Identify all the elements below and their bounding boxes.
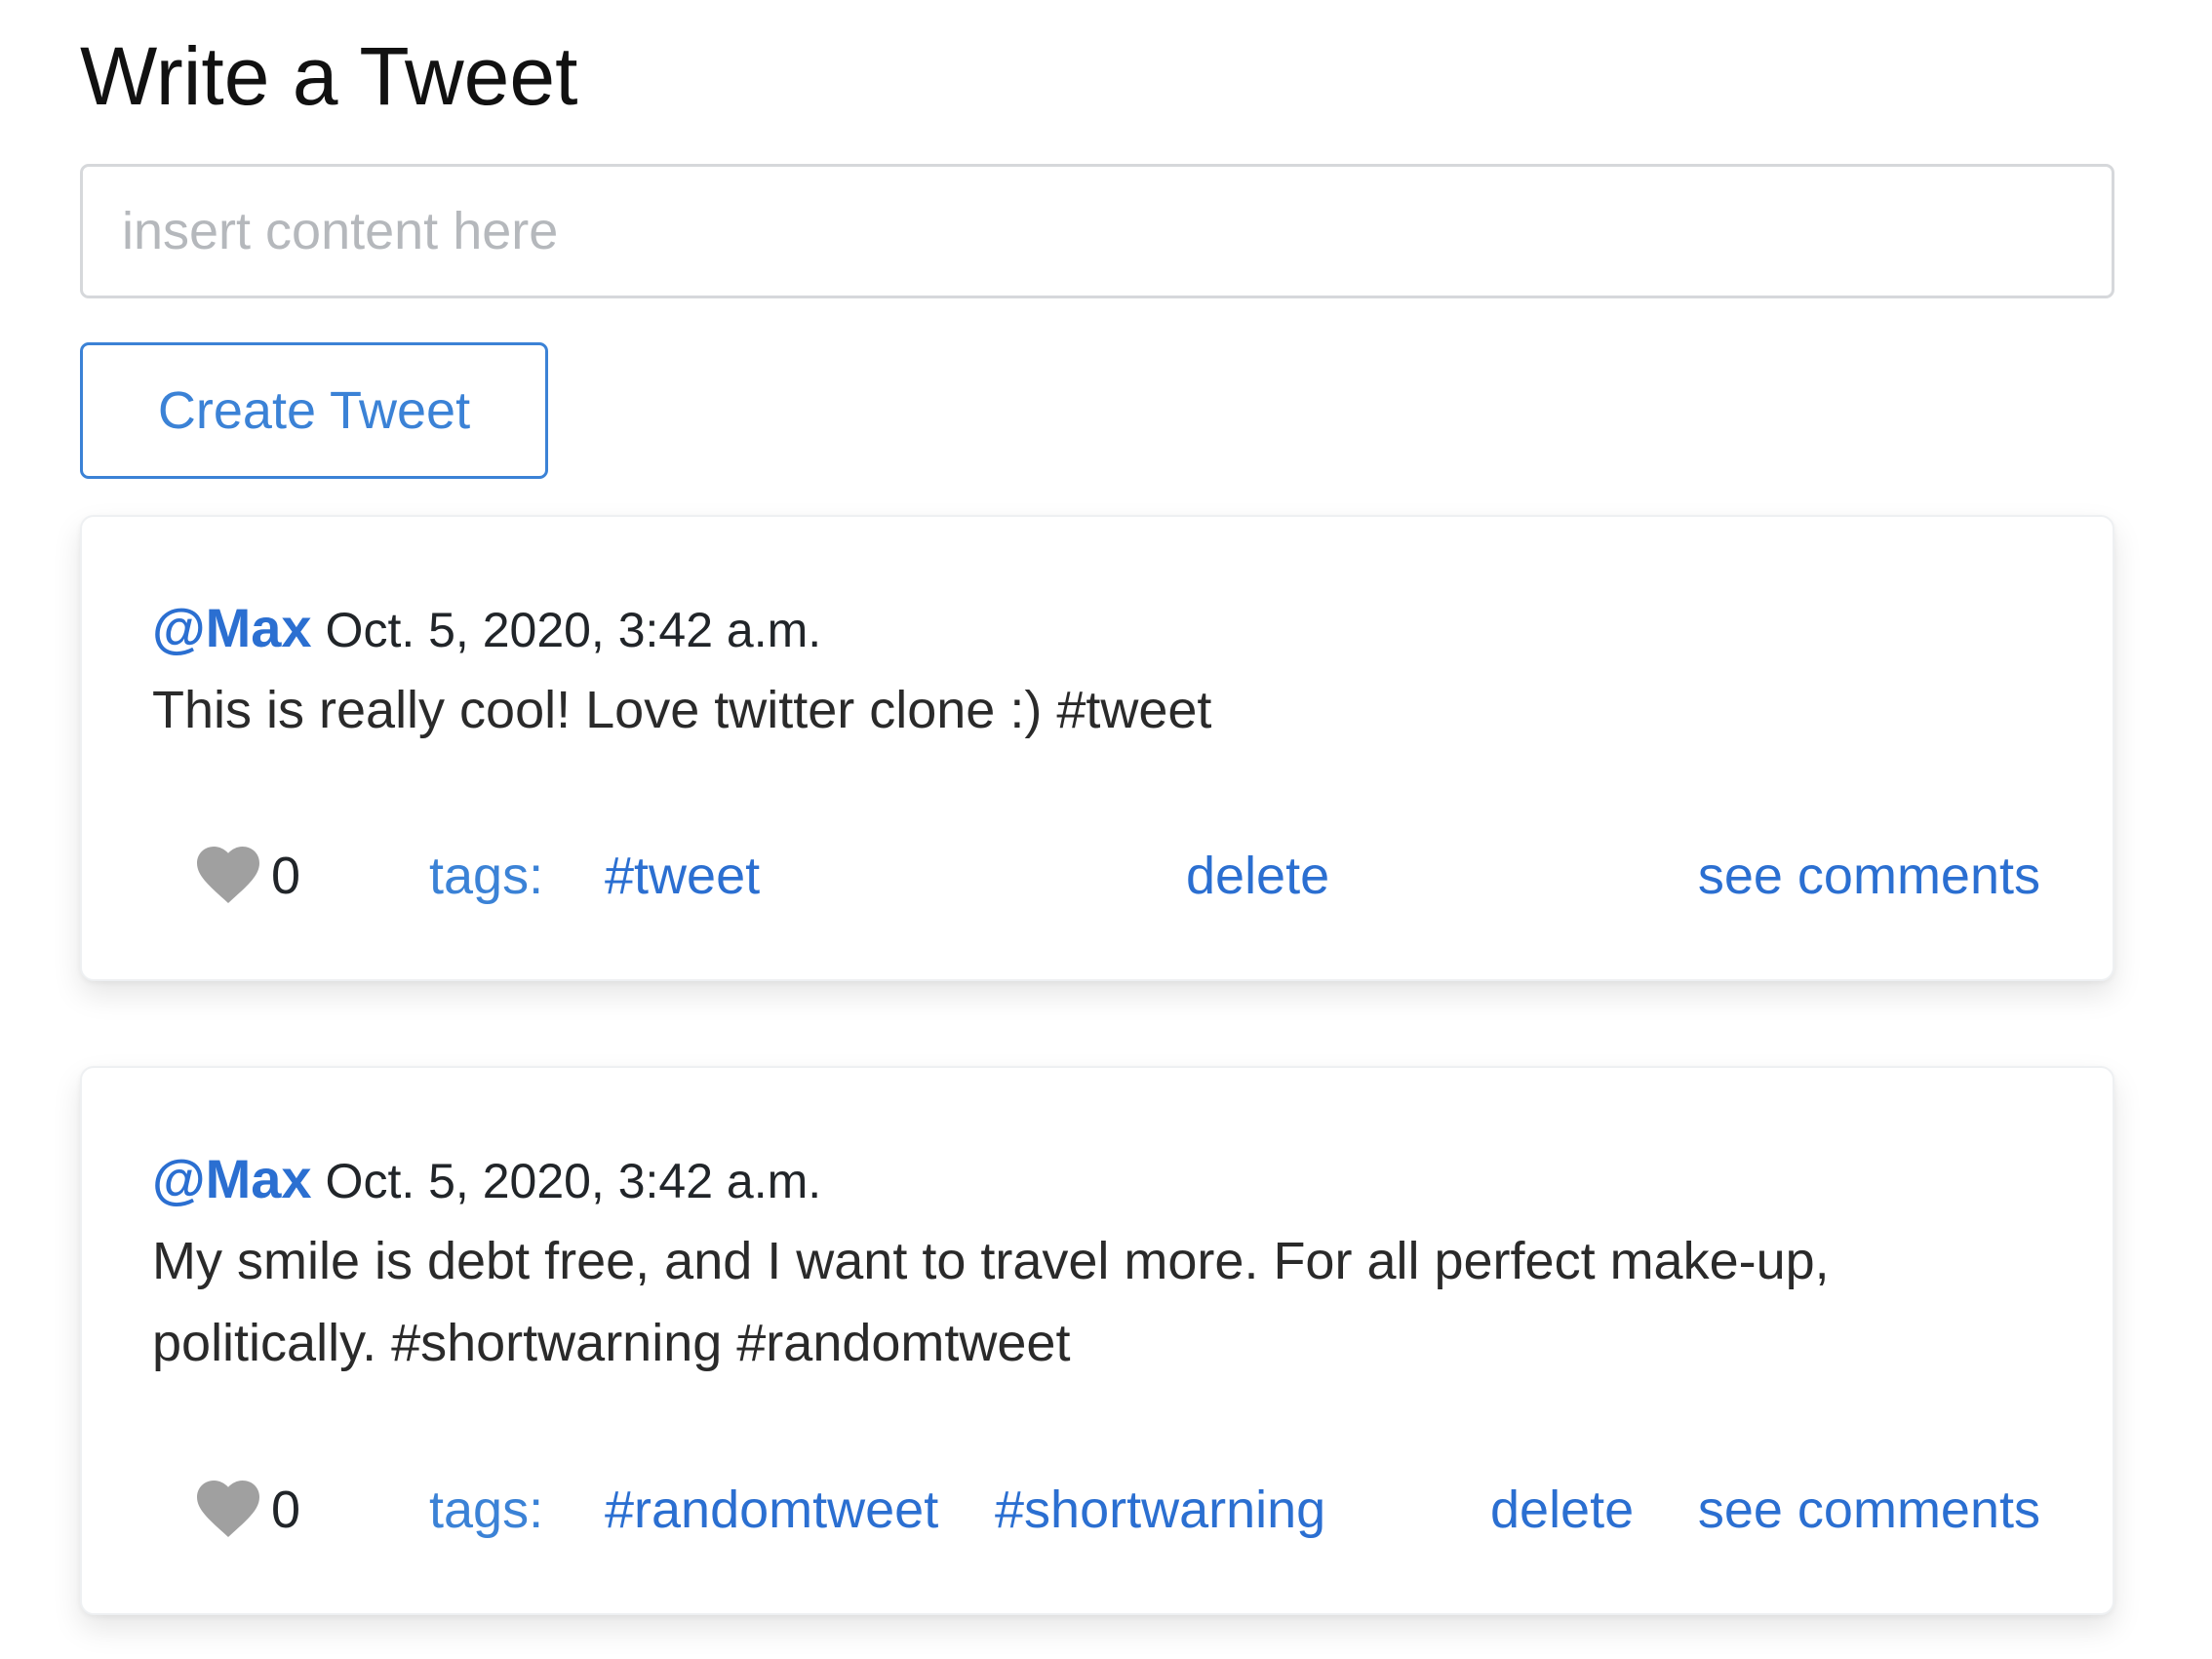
heart-icon[interactable] [197,1481,259,1537]
tweet-card: @Max Oct. 5, 2020, 3:42 a.m. This is real… [80,515,2114,981]
like-count: 0 [271,847,301,905]
tweet-meta: @Max Oct. 5, 2020, 3:42 a.m. [152,599,821,659]
tweet-footer: 0 tags: #randomtweet #shortwarning delet… [197,1471,2040,1549]
see-comments-link[interactable]: see comments [1698,1471,2040,1549]
heart-icon[interactable] [197,847,259,903]
tags-label: tags: [429,847,544,905]
delete-tweet-link[interactable]: delete [1490,1471,1634,1549]
see-comments-link[interactable]: see comments [1698,837,2040,915]
tweet-timestamp: Oct. 5, 2020, 3:42 a.m. [325,1154,822,1208]
tweet-meta: @Max Oct. 5, 2020, 3:42 a.m. [152,1150,821,1210]
tweet-author-link[interactable]: @Max [152,1148,312,1209]
tweet-content: My smile is debt free, and I want to tra… [152,1232,1830,1372]
tweet-content: This is really cool! Love twitter clone … [152,681,1212,739]
delete-tweet-link[interactable]: delete [1186,837,1329,915]
tweet-card: @Max Oct. 5, 2020, 3:42 a.m. My smile is … [80,1066,2114,1615]
create-tweet-button[interactable]: Create Tweet [80,342,548,479]
page-title: Write a Tweet [80,30,578,122]
like-count: 0 [271,1481,301,1539]
tweet-footer: 0 tags: #tweet delete see comments [197,837,2040,915]
tag-link[interactable]: #tweet [605,837,760,915]
tags-label: tags: [429,1481,544,1539]
tweet-author-link[interactable]: @Max [152,597,312,658]
tweet-content-input[interactable] [80,164,2114,298]
page: Write a Tweet Create Tweet @MaxOct. 5, 2… [0,0,2212,1659]
tweet-timestamp: Oct. 5, 2020, 3:42 a.m. [325,603,822,657]
tag-link[interactable]: #randomtweet [605,1471,938,1549]
tag-link[interactable]: #shortwarning [995,1471,1325,1549]
